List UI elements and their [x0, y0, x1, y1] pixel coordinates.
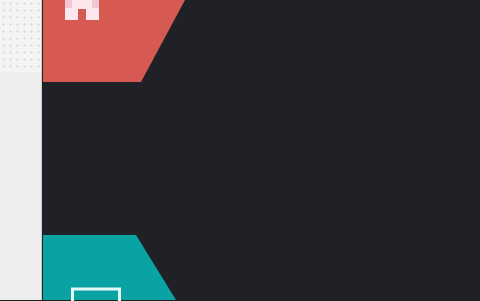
left-sidebar-strip [0, 0, 42, 300]
house-icon [63, 0, 101, 22]
display-tile[interactable] [43, 235, 176, 301]
monitor-icon [71, 287, 123, 301]
home-tile[interactable] [43, 0, 185, 82]
dotted-pattern [0, 0, 41, 72]
